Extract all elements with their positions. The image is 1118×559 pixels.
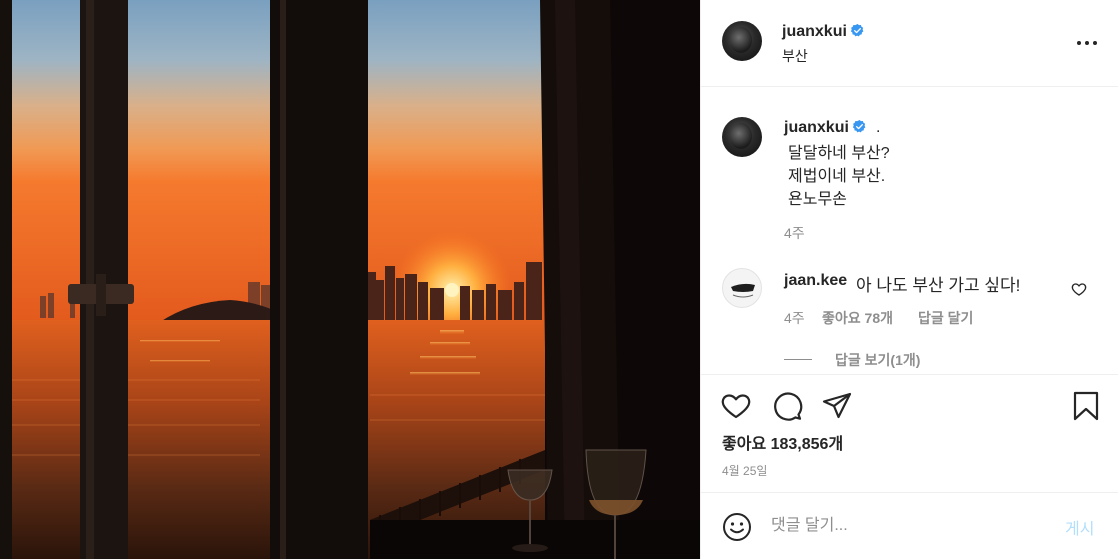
verified-badge-icon: [850, 23, 864, 37]
verified-badge-icon: [852, 119, 866, 133]
caption-line: 제법이네 부산.: [788, 168, 886, 185]
caption-username-row: juanxkui: [784, 119, 867, 137]
caption-avatar[interactable]: [722, 117, 762, 157]
comment-text: 아 나도 부산 가고 싶다!: [856, 276, 1021, 295]
post-comment-button[interactable]: 게시: [1065, 515, 1094, 539]
sunset-window-image: [0, 0, 700, 559]
heart-icon[interactable]: [720, 390, 752, 422]
author-username[interactable]: juanxkui: [782, 23, 847, 40]
bookmark-icon[interactable]: [1070, 390, 1102, 422]
comment-time[interactable]: 4주: [784, 308, 805, 328]
comments-section: juanxkui . 달달하네 부산? 제법이네 부산. 욘노무손 4주 jaa…: [701, 88, 1118, 374]
comment-likes-count[interactable]: 좋아요 78개: [822, 308, 893, 328]
comment-like-heart-icon[interactable]: [1071, 281, 1087, 297]
replies-divider: [784, 359, 812, 360]
likes-count[interactable]: 좋아요 183,856개: [722, 430, 843, 454]
caption-line: 달달하네 부산?: [788, 145, 890, 162]
comment-icon[interactable]: [771, 390, 803, 422]
caption-time[interactable]: 4주: [784, 223, 805, 243]
comment-username[interactable]: jaan.kee: [784, 272, 847, 290]
more-horizontal-icon[interactable]: [1075, 33, 1099, 53]
caption-line: 욘노무손: [788, 191, 847, 208]
post-photo[interactable]: [0, 0, 700, 559]
author-avatar[interactable]: [722, 21, 762, 61]
smiley-icon[interactable]: [722, 512, 752, 542]
post-location[interactable]: 부산: [782, 46, 808, 66]
author-username-row: juanxkui: [782, 23, 865, 41]
commenter-avatar[interactable]: [722, 268, 762, 308]
post-date[interactable]: 4월 25일: [722, 462, 767, 479]
post-header: juanxkui 부산: [701, 0, 1118, 87]
comment-input[interactable]: [771, 511, 1051, 541]
reply-button[interactable]: 답글 달기: [918, 308, 973, 328]
post-actions: 좋아요 183,856개 4월 25일: [701, 374, 1118, 492]
caption-username[interactable]: juanxkui: [784, 119, 849, 136]
send-icon[interactable]: [821, 390, 853, 422]
add-comment-bar: 게시: [701, 492, 1118, 559]
post-sidebar: juanxkui 부산 juanxkui . 달달하네 부산? 제법이네 부산.…: [700, 0, 1118, 559]
caption-dot: .: [876, 119, 881, 136]
view-replies-button[interactable]: 답글 보기(1개): [835, 350, 920, 370]
commenter-avatar-graphic: [731, 283, 755, 298]
